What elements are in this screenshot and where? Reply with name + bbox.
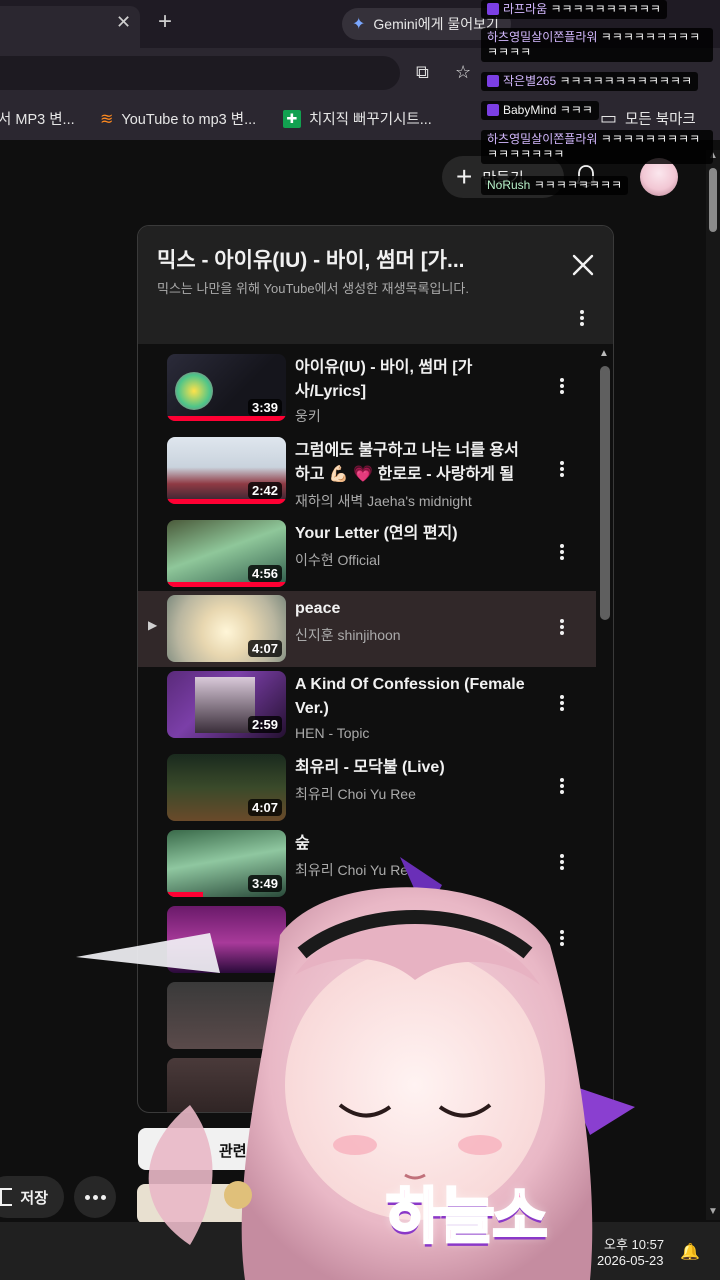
bookmark-label: 치지직 뻐꾸기시트... <box>309 112 432 128</box>
channel-name[interactable]: HEN - Topic <box>295 725 369 741</box>
scroll-up-icon[interactable]: ▲ <box>599 348 609 359</box>
more-vert-icon[interactable] <box>556 693 568 715</box>
duration-badge: 4:07 <box>247 799 282 816</box>
video-title[interactable]: Your Letter (연의 편지) <box>295 522 527 546</box>
chat-text: ㅋㅋㅋ <box>559 103 593 117</box>
scroll-down-icon[interactable]: ▼ <box>708 1206 718 1217</box>
chat-text: ㅋㅋㅋㅋㅋㅋㅋㅋㅋㅋㅋㅋ <box>559 74 692 88</box>
panel-header: 믹스 - 아이유(IU) - 바이, 썸머 [가... 믹스는 나만을 위해 Y… <box>138 226 613 344</box>
playlist-item[interactable]: 2:42 그럼에도 불구하고 나는 너를 용서하고 💪🏻 💗 한로로 - 사랑하… <box>138 433 596 509</box>
chat-nick: 하츠영밀살이쫀플라워 <box>487 30 598 44</box>
channel-name[interactable]: 재하의 새벽 Jaeha's midnight <box>295 491 472 511</box>
duration-badge: 4:56 <box>247 565 282 582</box>
video-thumbnail[interactable]: 4:56 <box>167 520 286 587</box>
chat-message: 라프라움 ㅋㅋㅋㅋㅋㅋㅋㅋㅋㅋ <box>481 0 667 19</box>
duration-badge: 4:07 <box>247 640 282 657</box>
watch-progress-bar <box>167 499 286 504</box>
chat-message: 작은별265 ㅋㅋㅋㅋㅋㅋㅋㅋㅋㅋㅋㅋ <box>481 72 698 91</box>
channel-name[interactable]: 이수현 Official <box>295 550 380 570</box>
notification-bell-icon[interactable]: 🔔 <box>680 1242 700 1262</box>
video-thumbnail[interactable]: 3:39 <box>167 354 286 421</box>
bookmark-label: 모든 북마크 <box>625 112 696 128</box>
close-icon[interactable]: ✕ <box>116 12 131 33</box>
now-playing-icon: ▶ <box>148 618 158 632</box>
install-app-icon[interactable]: ⧉ <box>416 62 429 83</box>
save-button[interactable]: 저장 <box>0 1176 64 1218</box>
more-vert-icon[interactable] <box>556 376 568 398</box>
chat-message: NoRush ㅋㅋㅋㅋㅋㅋㅋㅋ <box>481 176 629 195</box>
close-icon[interactable] <box>570 252 596 278</box>
chat-nick: BabyMind <box>503 103 557 117</box>
video-title[interactable]: 그럼에도 불구하고 나는 너를 용서하고 💪🏻 💗 한로로 - 사랑하게 될 거… <box>295 439 527 487</box>
folder-icon: ▭ <box>600 108 618 128</box>
chat-message: 하츠영밀살이쫀플라워 ㅋㅋㅋㅋㅋㅋㅋㅋㅋㅋㅋㅋㅋ <box>481 28 713 62</box>
playlist-item[interactable]: 4:56 Your Letter (연의 편지) 이수현 Official <box>138 516 596 592</box>
chat-message: BabyMind ㅋㅋㅋ <box>481 101 599 120</box>
waveform-icon: ≋ <box>100 110 114 128</box>
bookmark-label: 서 MP3 변... <box>0 112 75 128</box>
new-tab-icon[interactable]: + <box>158 8 172 36</box>
duration-badge: 2:42 <box>247 482 282 499</box>
save-label: 저장 <box>20 1189 48 1207</box>
bookmark-star-icon[interactable]: ☆ <box>455 62 471 83</box>
watch-progress-bar <box>167 582 286 587</box>
video-thumbnail[interactable]: 2:42 <box>167 437 286 504</box>
address-bar[interactable] <box>0 56 400 90</box>
chat-nick: NoRush <box>487 178 531 192</box>
chat-badge-icon <box>487 104 499 116</box>
streamer-logo: 하늘소 <box>385 1182 550 1252</box>
video-title[interactable]: 아이유(IU) - 바이, 썸머 [가사/Lyrics] <box>295 356 527 404</box>
sheets-icon: ✚ <box>283 109 301 128</box>
bookmark-label: YouTube to mp3 변... <box>121 112 257 128</box>
playlist-item[interactable]: 2:59 A Kind Of Confession (Female Ver.) … <box>138 667 596 743</box>
playlist-item[interactable]: 3:39 아이유(IU) - 바이, 썸머 [가사/Lyrics] 웅키 <box>138 350 596 426</box>
chat-text: ㅋㅋㅋㅋㅋㅋㅋㅋ <box>533 178 623 192</box>
page-scrollbar-thumb[interactable] <box>709 168 717 232</box>
vtuber-avatar-overlay <box>76 857 635 1280</box>
playlist-item-now-playing[interactable]: ▶ 4:07 peace 신지훈 shinjihoon <box>138 591 596 667</box>
chat-nick: 작은별265 <box>503 74 557 88</box>
watch-progress-bar <box>167 416 286 421</box>
more-vert-icon[interactable] <box>556 617 568 639</box>
more-vert-icon[interactable] <box>556 459 568 481</box>
video-title[interactable]: A Kind Of Confession (Female Ver.) <box>295 673 527 721</box>
panel-subtitle: 믹스는 나만을 위해 YouTube에서 생성한 재생목록입니다. <box>157 281 469 296</box>
playlist-scrollbar-thumb[interactable] <box>600 366 610 620</box>
more-vert-icon[interactable] <box>556 776 568 798</box>
chat-badge-icon <box>487 3 499 15</box>
chat-nick: 하츠영밀살이쫀플라워 <box>487 132 598 146</box>
save-playlist-icon <box>0 1188 13 1206</box>
page-scrollbar[interactable] <box>706 150 720 1220</box>
plus-icon: + <box>456 161 473 192</box>
bookmark-mp3[interactable]: 서 MP3 변... <box>0 108 75 129</box>
bookmark-chzzk-sheet[interactable]: ✚ 치지직 뻐꾸기시트... <box>283 108 432 129</box>
video-title[interactable]: peace <box>295 597 527 621</box>
video-thumbnail[interactable]: 4:07 <box>167 595 286 662</box>
chat-message: 하츠영밀살이쫀플라워 ㅋㅋㅋㅋㅋㅋㅋㅋㅋㅋㅋㅋㅋㅋㅋㅋ <box>481 130 713 164</box>
chat-nick: 라프라움 <box>503 2 548 16</box>
chat-badge-icon <box>487 75 499 87</box>
channel-name[interactable]: 웅키 <box>295 406 321 426</box>
duration-badge: 3:39 <box>247 399 282 416</box>
channel-name[interactable]: 신지훈 shinjihoon <box>295 625 401 645</box>
bookmark-all[interactable]: ▭ 모든 북마크 <box>600 108 696 129</box>
more-vert-icon[interactable] <box>556 542 568 564</box>
gemini-star-icon: ✦ <box>352 16 366 33</box>
duration-badge: 2:59 <box>247 716 282 733</box>
channel-name[interactable]: 최유리 Choi Yu Ree <box>295 784 416 804</box>
video-thumbnail[interactable]: 2:59 <box>167 671 286 738</box>
video-title[interactable]: 최유리 - 모닥불 (Live) <box>295 756 527 780</box>
panel-title: 믹스 - 아이유(IU) - 바이, 썸머 [가... <box>157 249 465 272</box>
chat-text: ㅋㅋㅋㅋㅋㅋㅋㅋㅋㅋ <box>550 2 661 16</box>
video-thumbnail[interactable]: 4:07 <box>167 754 286 821</box>
playlist-item[interactable]: 4:07 최유리 - 모닥불 (Live) 최유리 Choi Yu Ree <box>138 750 596 826</box>
more-vert-icon[interactable] <box>574 308 590 332</box>
bookmark-youtube-mp3[interactable]: ≋ YouTube to mp3 변... <box>100 108 256 129</box>
